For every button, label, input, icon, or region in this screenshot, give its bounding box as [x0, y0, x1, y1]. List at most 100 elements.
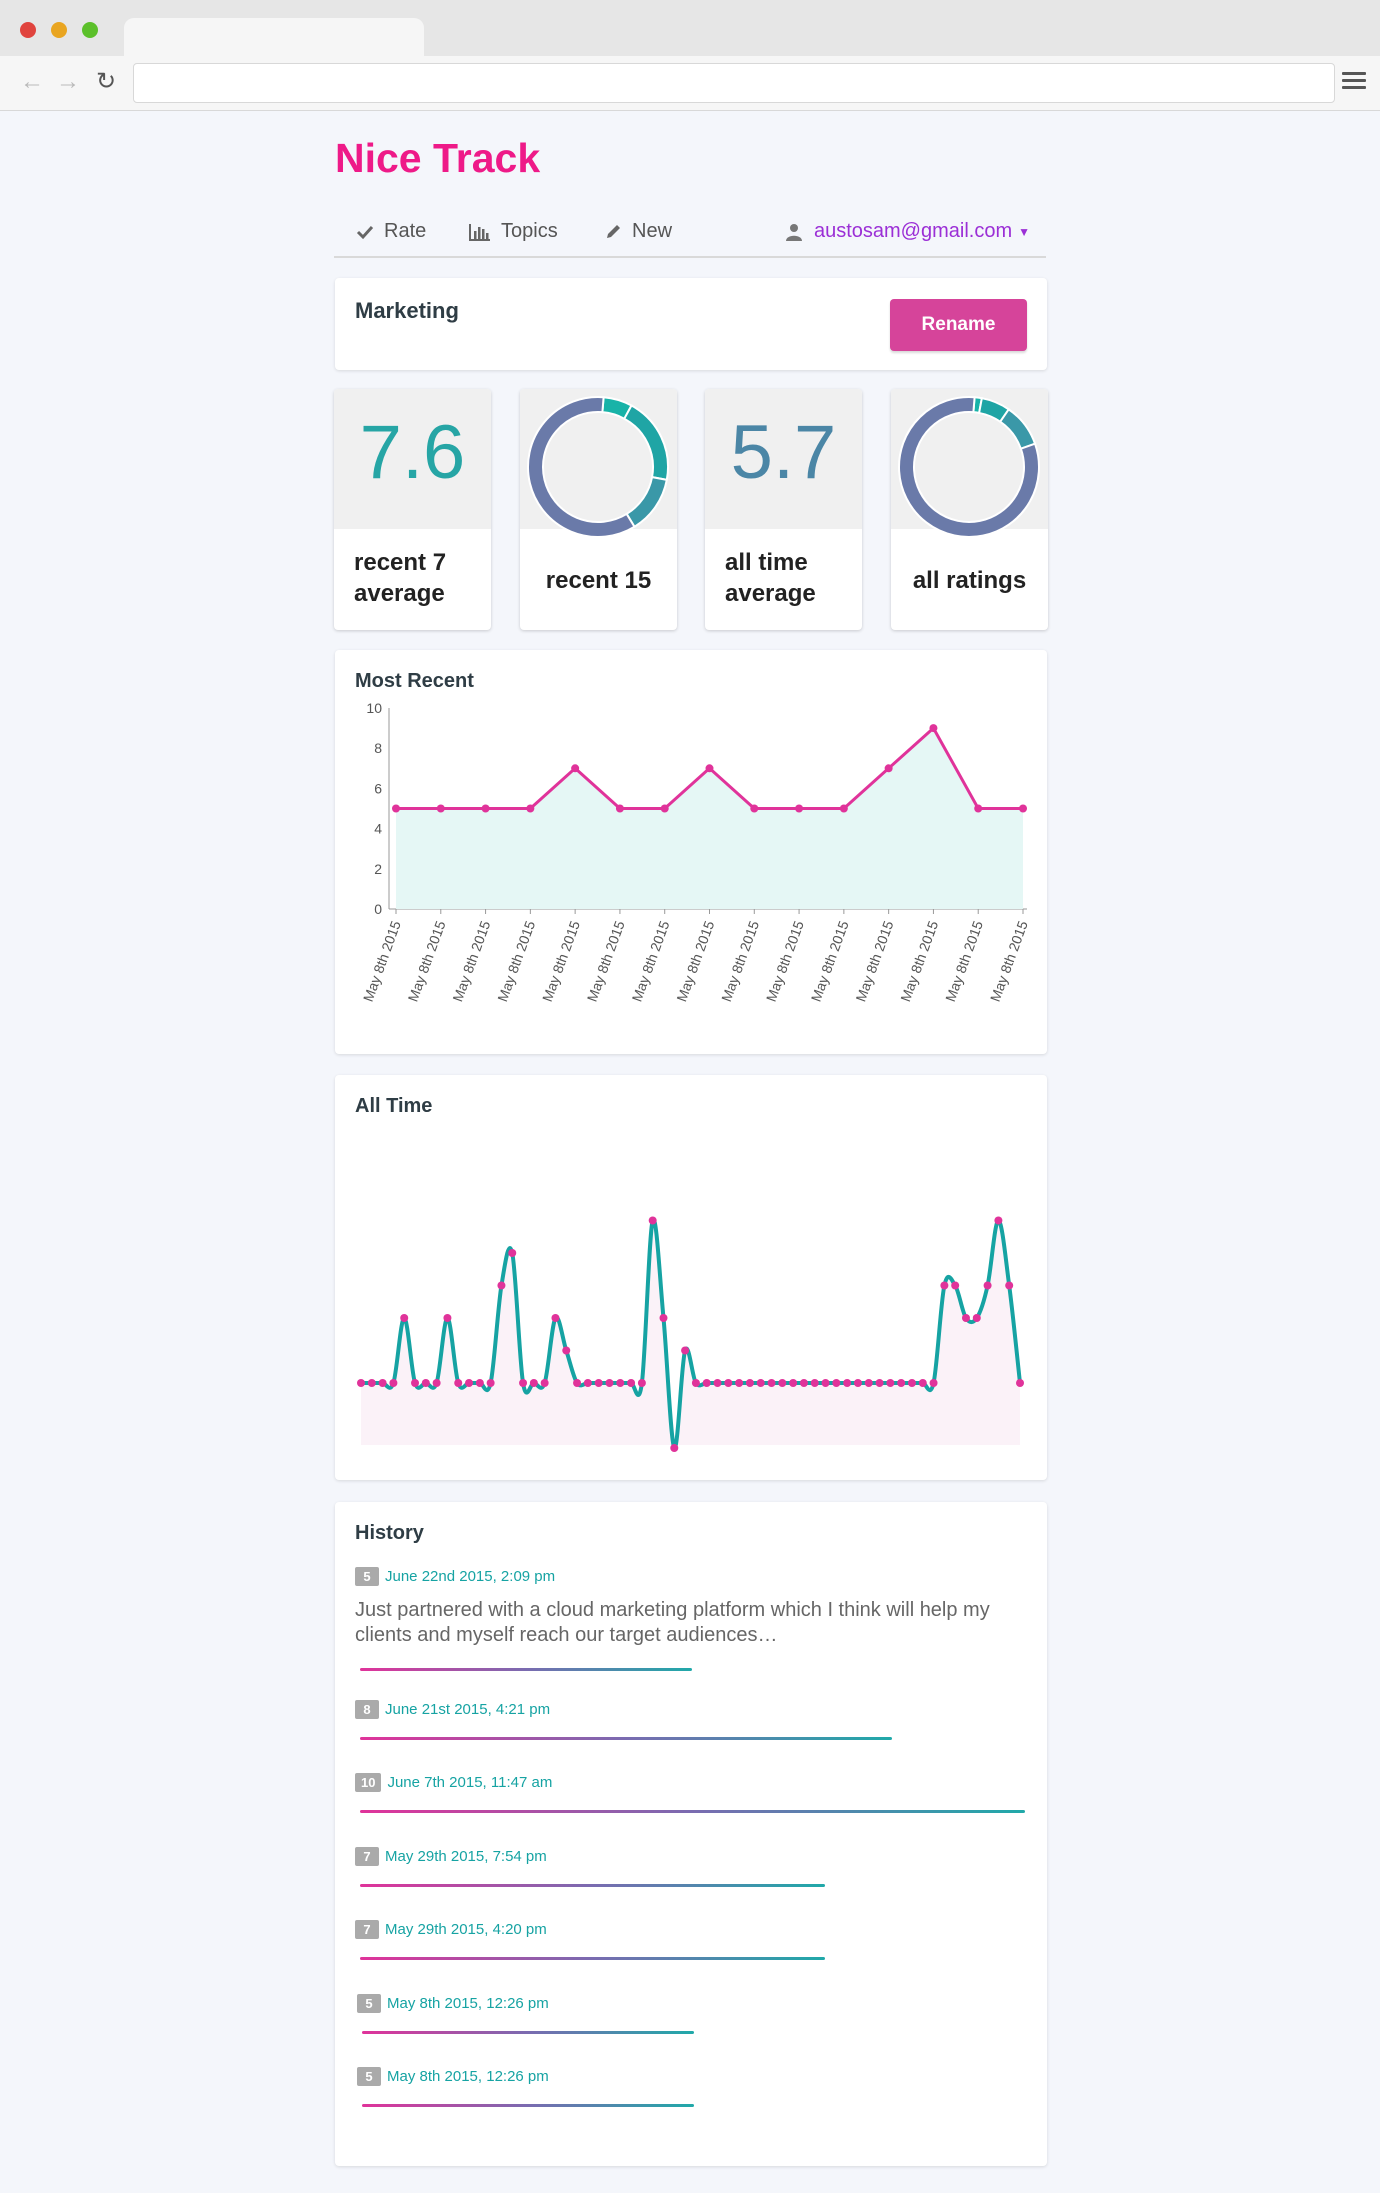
history-item[interactable]: 7 May 29th 2015, 4:20 pm — [355, 1920, 1035, 1960]
data-point[interactable] — [767, 1379, 776, 1387]
data-point[interactable] — [702, 1379, 711, 1387]
donut-slice[interactable] — [998, 407, 1037, 450]
data-point[interactable] — [392, 804, 400, 813]
history-item[interactable]: 5 May 8th 2015, 12:26 pm — [357, 1994, 1037, 2034]
data-point[interactable] — [821, 1379, 830, 1387]
data-point[interactable] — [886, 1379, 895, 1387]
data-point[interactable] — [357, 1379, 365, 1387]
data-point[interactable] — [1016, 1379, 1024, 1387]
data-point[interactable] — [884, 764, 893, 773]
data-point[interactable] — [864, 1379, 873, 1387]
data-point[interactable] — [540, 1379, 549, 1387]
data-point[interactable] — [475, 1379, 484, 1387]
data-point[interactable] — [583, 1379, 592, 1387]
minimize-window-button[interactable] — [51, 22, 67, 38]
data-point[interactable] — [486, 1379, 495, 1387]
data-point[interactable] — [615, 804, 624, 813]
history-item[interactable]: 7 May 29th 2015, 7:54 pm — [355, 1847, 1035, 1887]
data-point[interactable] — [465, 1379, 474, 1387]
data-point[interactable] — [778, 1379, 787, 1387]
data-point[interactable] — [994, 1216, 1003, 1225]
back-icon[interactable]: ← — [20, 70, 44, 94]
data-point[interactable] — [713, 1379, 722, 1387]
data-point[interactable] — [616, 1379, 625, 1387]
data-point[interactable] — [378, 1379, 387, 1387]
data-point[interactable] — [735, 1379, 744, 1387]
data-point[interactable] — [940, 1281, 949, 1290]
data-point[interactable] — [972, 1314, 981, 1322]
data-point[interactable] — [571, 764, 580, 773]
data-point[interactable] — [481, 804, 490, 813]
data-point[interactable] — [983, 1281, 992, 1290]
data-point[interactable] — [660, 804, 669, 813]
data-point[interactable] — [832, 1379, 841, 1387]
user-menu[interactable]: austosam@gmail.com ▼ — [785, 220, 1030, 243]
data-point[interactable] — [367, 1379, 376, 1387]
history-item[interactable]: 5 May 8th 2015, 12:26 pm — [357, 2067, 1037, 2107]
donut-slice[interactable] — [625, 475, 668, 529]
data-point[interactable] — [573, 1379, 582, 1387]
data-point[interactable] — [627, 1379, 636, 1387]
data-point[interactable] — [1005, 1281, 1014, 1290]
data-point[interactable] — [637, 1379, 646, 1387]
data-point[interactable] — [443, 1314, 452, 1322]
maximize-window-button[interactable] — [82, 22, 98, 38]
data-point[interactable] — [961, 1314, 970, 1322]
data-point[interactable] — [918, 1379, 927, 1387]
data-point[interactable] — [799, 1379, 808, 1387]
reload-icon[interactable]: ↻ — [96, 70, 116, 94]
data-point[interactable] — [929, 1379, 938, 1387]
nav-new[interactable]: New — [604, 220, 672, 243]
data-point[interactable] — [497, 1281, 506, 1290]
rename-button[interactable]: Rename — [890, 299, 1027, 351]
data-point[interactable] — [907, 1379, 916, 1387]
data-point[interactable] — [389, 1379, 398, 1387]
data-point[interactable] — [951, 1281, 960, 1290]
donut-slice[interactable] — [527, 396, 636, 538]
data-point[interactable] — [745, 1379, 754, 1387]
browser-tab[interactable] — [124, 18, 424, 56]
data-point[interactable] — [875, 1379, 884, 1387]
data-point[interactable] — [508, 1249, 517, 1257]
data-point[interactable] — [670, 1444, 679, 1452]
data-point[interactable] — [789, 1379, 798, 1387]
address-bar[interactable] — [133, 63, 1335, 103]
data-point[interactable] — [529, 1379, 538, 1387]
history-item[interactable]: 10 June 7th 2015, 11:47 am — [355, 1773, 1035, 1813]
data-point[interactable] — [551, 1314, 560, 1322]
data-point[interactable] — [724, 1379, 733, 1387]
history-item[interactable]: 8 June 21st 2015, 4:21 pm — [355, 1700, 1035, 1740]
data-point[interactable] — [594, 1379, 603, 1387]
data-point[interactable] — [705, 764, 714, 773]
data-point[interactable] — [519, 1379, 528, 1387]
data-point[interactable] — [659, 1314, 668, 1322]
data-point[interactable] — [839, 804, 848, 813]
donut-slice[interactable] — [622, 404, 669, 482]
data-point[interactable] — [750, 804, 759, 813]
nav-topics[interactable]: Topics — [469, 220, 558, 243]
data-point[interactable] — [843, 1379, 852, 1387]
data-point[interactable] — [756, 1379, 765, 1387]
forward-icon[interactable]: → — [56, 70, 80, 94]
app-title[interactable]: Nice Track — [335, 135, 540, 182]
data-point[interactable] — [562, 1346, 571, 1355]
data-point[interactable] — [929, 724, 938, 733]
history-item[interactable]: 5 June 22nd 2015, 2:09 pm Just partnered … — [355, 1567, 1035, 1671]
data-point[interactable] — [810, 1379, 819, 1387]
data-point[interactable] — [853, 1379, 862, 1387]
data-point[interactable] — [411, 1379, 420, 1387]
data-point[interactable] — [648, 1216, 657, 1225]
data-point[interactable] — [400, 1314, 409, 1322]
data-point[interactable] — [436, 804, 445, 813]
data-point[interactable] — [681, 1346, 690, 1355]
data-point[interactable] — [526, 804, 535, 813]
data-point[interactable] — [795, 804, 804, 813]
hamburger-menu-icon[interactable] — [1342, 72, 1366, 93]
data-point[interactable] — [691, 1379, 700, 1387]
data-point[interactable] — [897, 1379, 906, 1387]
data-point[interactable] — [432, 1379, 441, 1387]
nav-rate[interactable]: Rate — [356, 220, 426, 243]
data-point[interactable] — [454, 1379, 463, 1387]
data-point[interactable] — [605, 1379, 614, 1387]
data-point[interactable] — [974, 804, 983, 813]
